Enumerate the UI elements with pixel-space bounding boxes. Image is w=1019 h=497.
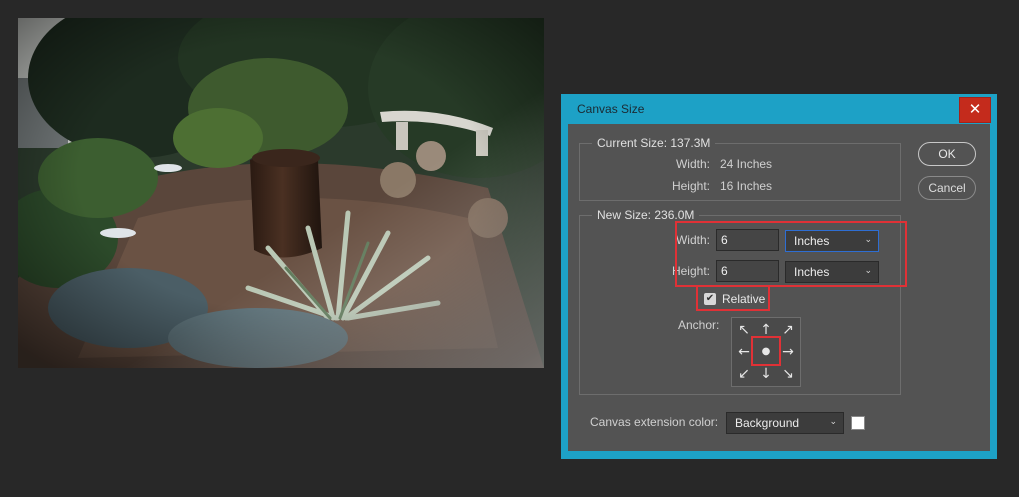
canvas-photo [18,18,544,368]
dialog-body: Current Size: 137.3M Width: 24 Inches He… [568,124,990,451]
extension-color-value: Background [735,416,800,430]
ok-button[interactable]: OK [918,142,976,166]
extension-color-swatch[interactable] [851,416,865,430]
highlight-anchor-center [751,336,781,366]
highlight-relative [696,285,770,311]
anchor-bottom-left[interactable]: ↙ [733,363,755,385]
current-height-value: 16 Inches [720,179,773,193]
current-size-group: Current Size: 137.3M Width: 24 Inches He… [579,136,901,201]
current-width-label: Width: [675,157,710,171]
anchor-bottom-right[interactable]: ↘ [777,363,799,385]
close-button[interactable]: ✕ [959,97,991,123]
chevron-down-icon: ⌄ [829,417,837,427]
anchor-bottom[interactable]: ↓ [755,363,777,385]
new-size-title: New Size: 236.0M [592,208,700,222]
extension-color-select[interactable]: Background ⌄ [726,412,844,434]
new-size-group: New Size: 236.0M Width: 6 Inches ⌄ Heigh… [579,208,907,395]
extension-color-label: Canvas extension color: [590,415,719,429]
current-width-value: 24 Inches [720,157,773,171]
current-height-label: Height: [671,179,710,193]
current-size-title: Current Size: 137.3M [592,136,716,150]
canvas-size-dialog: Canvas Size ✕ Current Size: 137.3M Width… [561,94,997,459]
cancel-button[interactable]: Cancel [918,176,976,200]
highlight-size-fields [675,221,907,287]
anchor-label: Anchor: [678,318,720,332]
dialog-title: Canvas Size [577,102,645,116]
close-icon: ✕ [968,100,982,118]
dialog-titlebar[interactable]: Canvas Size ✕ [561,94,997,124]
